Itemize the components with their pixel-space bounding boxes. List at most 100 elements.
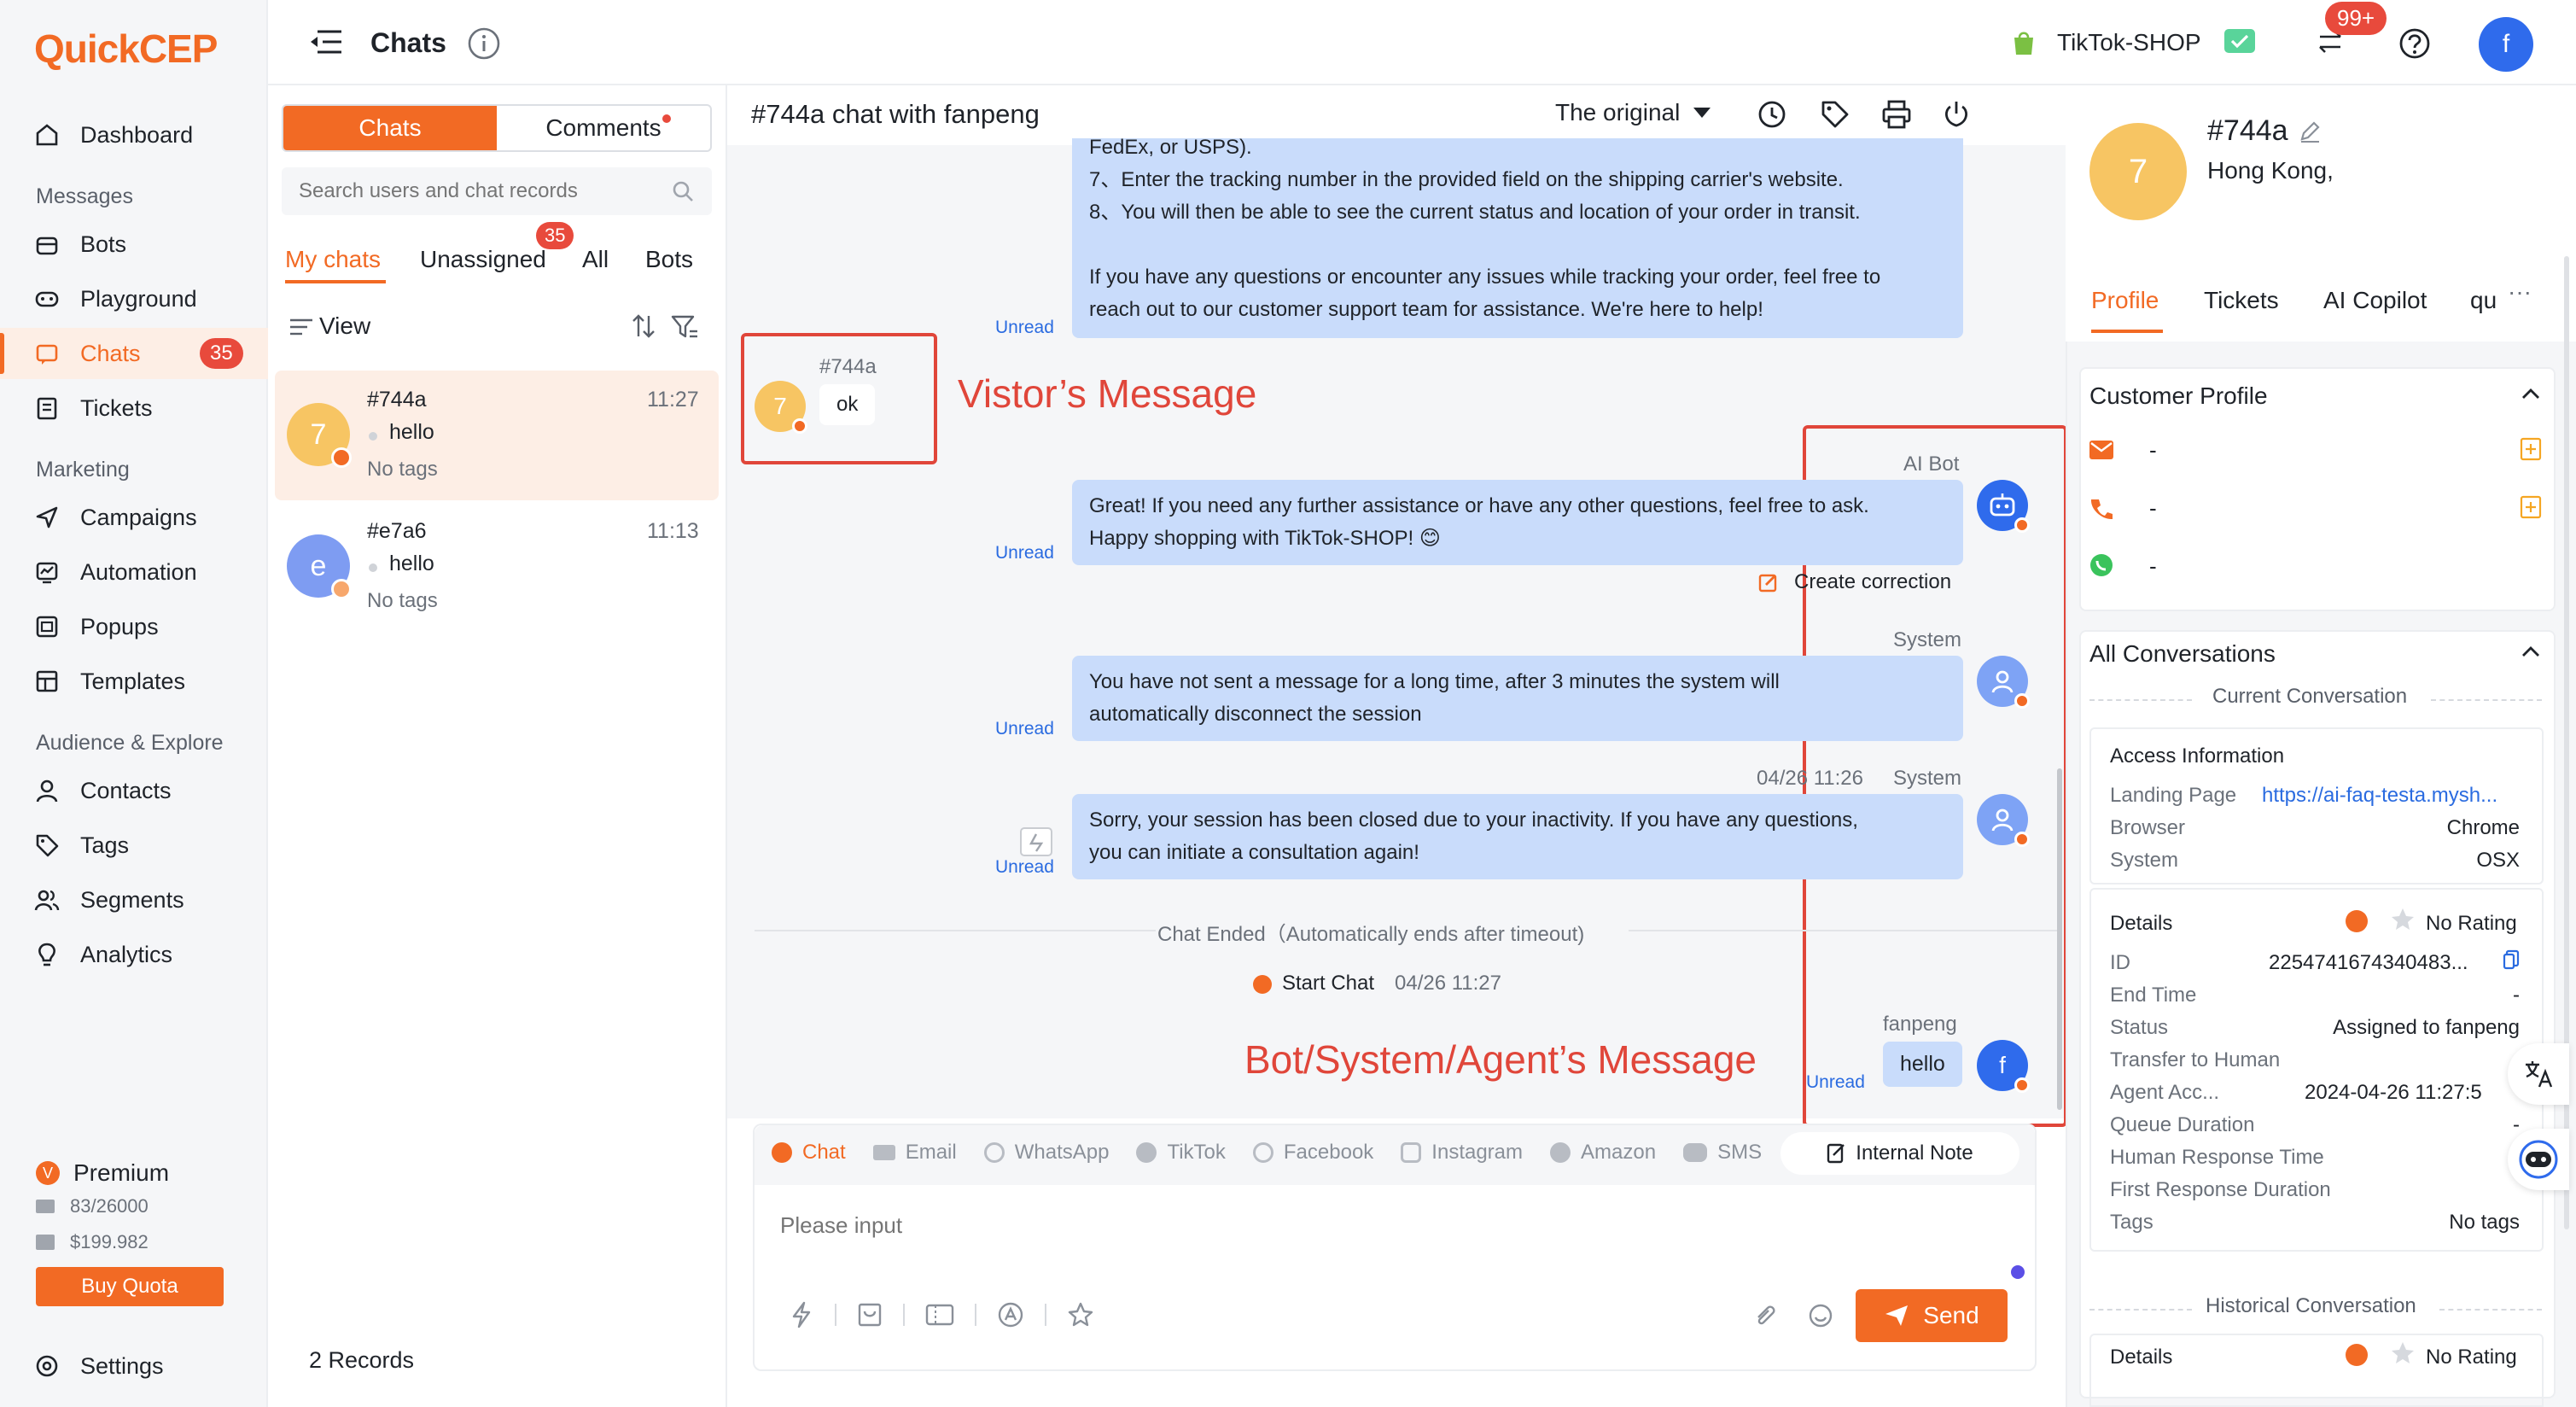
unread-label: Unread [995,857,1054,877]
star-icon[interactable] [1067,1301,1094,1328]
plan-balance: $199.982 [36,1231,149,1253]
tab-more-partial[interactable]: qu [2470,287,2497,314]
message-scrollbar[interactable] [2057,768,2062,1110]
send-button[interactable]: Send [1856,1289,2008,1342]
nav-analytics[interactable]: Analytics [0,929,268,980]
nav-bots[interactable]: Bots [0,219,268,270]
more-tabs-icon[interactable]: ··· [2508,278,2532,306]
sender-name: AI Bot [1903,452,1960,476]
translate-widget[interactable] [2508,1043,2569,1105]
user-icon [36,779,58,803]
nav-settings[interactable]: Settings [0,1340,268,1392]
add-note-icon[interactable] [2520,495,2542,519]
nav-segments[interactable]: Segments [0,874,268,925]
history-icon[interactable] [1757,99,1787,130]
language-select[interactable]: The original [1555,99,1712,126]
nav-label: Chats [80,340,141,366]
add-note-icon[interactable] [2520,437,2542,461]
toolbar-divider [975,1304,976,1326]
internal-note-button[interactable]: Internal Note [1780,1132,2019,1175]
rating-value: No Rating [2426,912,2517,935]
offline-dot [369,563,377,572]
chevron-up-icon[interactable] [2521,645,2540,657]
avatar-initial: f [1999,1052,2006,1078]
info-icon[interactable] [468,27,500,60]
copy-icon[interactable] [2503,949,2520,970]
system-value: OSX [2476,849,2520,872]
nav-playground[interactable]: Playground [0,273,268,324]
nav-tickets[interactable]: Tickets [0,382,268,434]
channel-tab-amazon[interactable]: Amazon [1550,1141,1656,1165]
ai-write-icon[interactable] [997,1301,1024,1328]
ai-assist-dot[interactable] [2011,1265,2025,1279]
divider-line [755,930,1156,931]
internal-note-label: Internal Note [1856,1141,1973,1165]
edit-icon[interactable] [2299,120,2321,143]
sort-icon[interactable] [632,312,656,340]
emoji-icon[interactable] [1808,1303,1833,1328]
filter-my-chats[interactable]: My chats [285,246,381,273]
annotation-agent-label: Bot/System/Agent’s Message [1244,1037,1757,1082]
transfer-label: Transfer to Human [2110,1048,2281,1071]
filter-bots[interactable]: Bots [645,246,693,273]
channel-tab-chat[interactable]: Chat [772,1141,846,1165]
message-bubble: Sorry, your session has been closed due … [1072,794,1963,879]
translate-icon[interactable] [1019,826,1053,857]
unread-label: Unread [995,719,1054,739]
power-icon[interactable] [1941,99,1972,130]
assistant-widget[interactable] [2508,1129,2569,1190]
coupon-icon[interactable] [925,1303,954,1327]
attachment-icon[interactable] [1751,1303,1777,1328]
view-selector[interactable]: View [319,312,370,340]
browser-value: Chrome [2446,816,2520,839]
nav-automation[interactable]: Automation [0,546,268,598]
channel-tab-whatsapp[interactable]: WhatsApp [983,1141,1109,1165]
search-box[interactable] [282,167,712,215]
channel-tab-sms[interactable]: SMS [1683,1141,1762,1165]
tab-chats[interactable]: Chats [283,106,497,150]
nav-dashboard[interactable]: Dashboard [0,109,268,161]
print-icon[interactable] [1881,99,1912,130]
channel-tab-facebook[interactable]: Facebook [1252,1141,1373,1165]
lightning-icon[interactable] [789,1301,814,1328]
filter-all[interactable]: All [582,246,609,273]
shop-name[interactable]: TikTok-SHOP [2057,29,2201,56]
nav-contacts[interactable]: Contacts [0,765,268,816]
bubble-line: 7、Enter the tracking number in the provi… [1089,168,1844,191]
bubble-line: If you have any questions or encounter a… [1089,266,1881,289]
tab-comments[interactable]: Comments [497,106,710,150]
nav-templates[interactable]: Templates [0,656,268,707]
chat-list-item[interactable]: 7 #744a 11:27 hello No tags [275,371,719,500]
channel-dot [331,447,352,468]
channel-label: Email [905,1141,957,1164]
system-avatar [1977,656,2030,709]
menu-collapse-icon[interactable] [311,29,341,55]
chat-avatar: e [287,534,352,599]
brand-logo[interactable]: QuickCEP [34,26,218,72]
channel-tab-email[interactable]: Email [872,1141,957,1165]
tab-ai-copilot[interactable]: AI Copilot [2323,287,2427,314]
message-input[interactable] [780,1212,2009,1298]
help-icon[interactable] [2398,27,2431,60]
chat-list-item[interactable]: e #e7a6 11:13 hello No tags [275,502,719,632]
nav-label: Segments [80,886,184,913]
channel-tab-tiktok[interactable]: TikTok [1136,1141,1226,1165]
filter-icon[interactable] [671,314,698,340]
tab-tickets[interactable]: Tickets [2204,287,2279,314]
nav-tags[interactable]: Tags [0,820,268,871]
buy-quota-button[interactable]: Buy Quota [36,1267,224,1306]
landing-page-link[interactable]: https://ai-faq-testa.mysh... [2262,784,2532,808]
nav-chats[interactable]: Chats 35 [0,328,268,379]
product-icon[interactable] [857,1302,883,1328]
channel-tab-instagram[interactable]: Instagram [1401,1141,1523,1165]
chevron-up-icon[interactable] [2521,388,2540,400]
search-input[interactable] [299,176,657,207]
create-correction-button[interactable]: Create correction [1758,570,1951,594]
tag-icon[interactable] [1820,99,1850,130]
tab-profile[interactable]: Profile [2091,287,2159,314]
nav-popups[interactable]: Popups [0,601,268,652]
nav-campaigns[interactable]: Campaigns [0,492,268,543]
user-avatar[interactable]: f [2479,17,2533,72]
filter-unassigned[interactable]: Unassigned [420,246,546,273]
section-audience: Audience & Explore [36,731,224,755]
